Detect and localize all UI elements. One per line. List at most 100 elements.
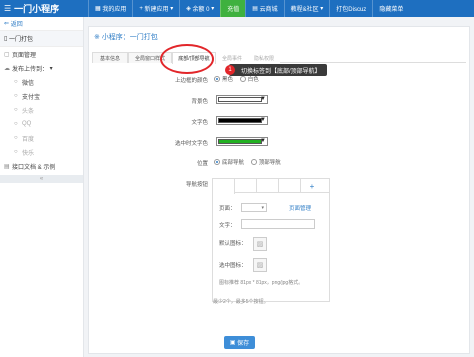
back-link[interactable]: ⇐ 返回 [0,17,83,31]
tab-basic-info[interactable]: 基本信息 [92,52,128,63]
pack-discuz-button[interactable]: 打包Discuz [329,0,372,17]
radio-dot [250,159,257,165]
border-color-radios: 黑色 白色 [214,75,264,84]
caret-down-icon: ▾ [48,65,53,72]
color-swatch [218,118,262,123]
circle-icon: ○ [14,135,18,141]
sidebar-item-alipay[interactable]: ○ 支付宝 [0,89,83,103]
tab-privacy[interactable]: 隐私权限 [248,52,280,63]
tab-bottom-top-nav[interactable]: 底部/顶部导航 [172,52,216,64]
nav-button-tab-4[interactable] [279,179,301,193]
radio-dot [214,76,220,82]
sidebar-item-toutiao[interactable]: ○ 头条 [0,103,83,117]
tab-global-window-style[interactable]: 全局窗口样式 [128,52,172,63]
hide-menu-button[interactable]: 隐藏菜单 [372,0,409,17]
nav-button-tab-3[interactable] [257,179,279,193]
radio-top-nav[interactable]: 顶部导航 [250,158,281,166]
radio-bottom-nav[interactable]: 底部导航 [214,158,244,166]
position-radios: 底部导航 顶部导航 [214,158,286,167]
nav-button-tabs: + [213,179,329,194]
page-select[interactable]: ▾ [241,203,267,212]
radio-dot [214,159,220,165]
sidebar-item-baidu[interactable]: ○ 百度 [0,131,83,145]
sidebar-group-publish[interactable]: ☁ 发布上传到： ▾ [0,61,83,75]
sidebar-item-qq[interactable]: ○ QQ [0,117,83,131]
sidebar-item-page-manage[interactable]: ▢ 页面管理 [0,47,83,61]
image-icon: ▨ [256,262,264,269]
tooltip-text: 切换标签到【底部/顶部导航】 [241,68,321,75]
selected-color-picker[interactable]: ▼ [216,137,268,146]
menu-icon: ☰ [4,4,12,13]
caret-down-icon: ▼ [260,138,266,144]
tab-bar: 基本信息 全局窗口样式 底部/顶部导航 全局事件 隐私权限 [92,52,466,64]
cloud-store-button[interactable]: ▤ 云商城 [245,0,283,17]
radio-black[interactable]: 黑色 [214,75,233,83]
sidebar-collapse-button[interactable]: « [0,175,83,183]
top-bar: ☰ 一门小程序 ▦ 我的应用 + 新建应用 ▾ ◈ 余额 0 ▾ 充值 ▤ 云商… [0,0,474,17]
back-arrow-icon: ⇐ [4,21,11,27]
circle-icon: ○ [14,149,18,155]
nav-button-tab-1[interactable] [213,179,235,194]
page-field-label: 页面： [219,206,236,212]
plus-icon: + [309,181,315,191]
circle-icon: ○ [14,79,18,85]
default-icon-upload[interactable]: ▨ [253,237,267,251]
selected-icon-upload[interactable]: ▨ [253,258,267,272]
recharge-button[interactable]: 充值 [220,0,246,17]
text-input[interactable] [241,219,315,229]
circle-icon: ○ [14,121,18,127]
border-color-label: 上边框的颜色 [174,78,208,84]
logo-text: 一门小程序 [14,4,60,14]
add-nav-button[interactable]: + [301,179,323,193]
circle-icon: ○ [14,107,18,113]
page-icon: ▢ [4,51,10,58]
position-label: 位置 [196,161,208,167]
store-icon: ▤ [252,6,260,12]
caret-down-icon: ▾ [318,6,324,12]
sidebar-item-kuaile[interactable]: ○ 快乐 [0,145,83,159]
page-manage-link[interactable]: 页面管理 [289,204,311,212]
tutorial-community-button[interactable]: 教程&社区 ▾ [283,0,330,17]
save-icon: ▣ [229,340,238,346]
bg-color-picker[interactable]: ▼ [216,95,268,104]
image-icon: ▨ [256,241,264,248]
new-app-button[interactable]: + 新建应用 ▾ [132,0,179,17]
apps-icon: ▦ [95,6,103,12]
button-limit-note: 最少2个，最多5个按钮。 [213,299,269,305]
icon-size-note: 图标推荐 81px * 81px，png/jpg格式。 [219,280,304,286]
tab-global-events[interactable]: 全局事件 [216,52,248,63]
text-color-label: 文字色 [191,120,208,126]
caret-down-icon: ▼ [260,96,266,102]
selected-icon-label: 选中图标： [219,263,247,269]
doc-icon: ▤ [4,163,10,170]
radio-white[interactable]: 白色 [239,75,259,83]
selected-color-label: 选中时文字色 [174,141,208,147]
sidebar-item-api-docs[interactable]: ▤ 接口文档 & 示例 [0,159,83,173]
app-logo[interactable]: ☰ 一门小程序 [0,0,84,17]
balance-button[interactable]: ◈ 余额 0 ▾ [179,0,220,17]
default-icon-label: 默认图标： [219,241,247,247]
step-number-badge: 1 [225,65,235,75]
color-swatch [218,97,262,102]
caret-down-icon: ▾ [168,6,174,12]
my-apps-button[interactable]: ▦ 我的应用 [88,0,132,17]
caret-down-icon: ▼ [260,117,266,123]
top-nav: ▦ 我的应用 + 新建应用 ▾ ◈ 余额 0 ▾ 充值 ▤ 云商城 教程&社区 … [84,0,474,17]
circle-icon: ○ [14,93,18,99]
bg-color-label: 背景色 [191,99,208,105]
nav-buttons-panel: + 页面： ▾ 页面管理 文字： 默认图标： ▨ 选中图标： ▨ 图标推荐 81… [212,178,330,302]
double-chevron-left-icon: « [39,176,44,182]
sidebar: ⇐ 返回 ▯ 一门打包 ▢ 页面管理 ☁ 发布上传到： ▾ ○ 微信 ○ 支付宝 ○ 头条… [0,17,84,357]
color-swatch [218,139,262,144]
cloud-upload-icon: ☁ [4,65,10,72]
sidebar-section-title[interactable]: ▯ 一门打包 [0,31,83,47]
caret-down-icon: ▾ [261,205,264,211]
save-button[interactable]: ▣ 保存 [224,336,255,349]
text-color-picker[interactable]: ▼ [216,116,268,125]
text-field-label: 文字： [219,223,236,229]
sidebar-item-wechat[interactable]: ○ 微信 [0,75,83,89]
nav-button-tab-2[interactable] [235,179,257,193]
radio-dot [239,76,246,82]
caret-down-icon: ▾ [209,6,215,12]
nav-buttons-label: 导航按钮 [185,182,208,188]
